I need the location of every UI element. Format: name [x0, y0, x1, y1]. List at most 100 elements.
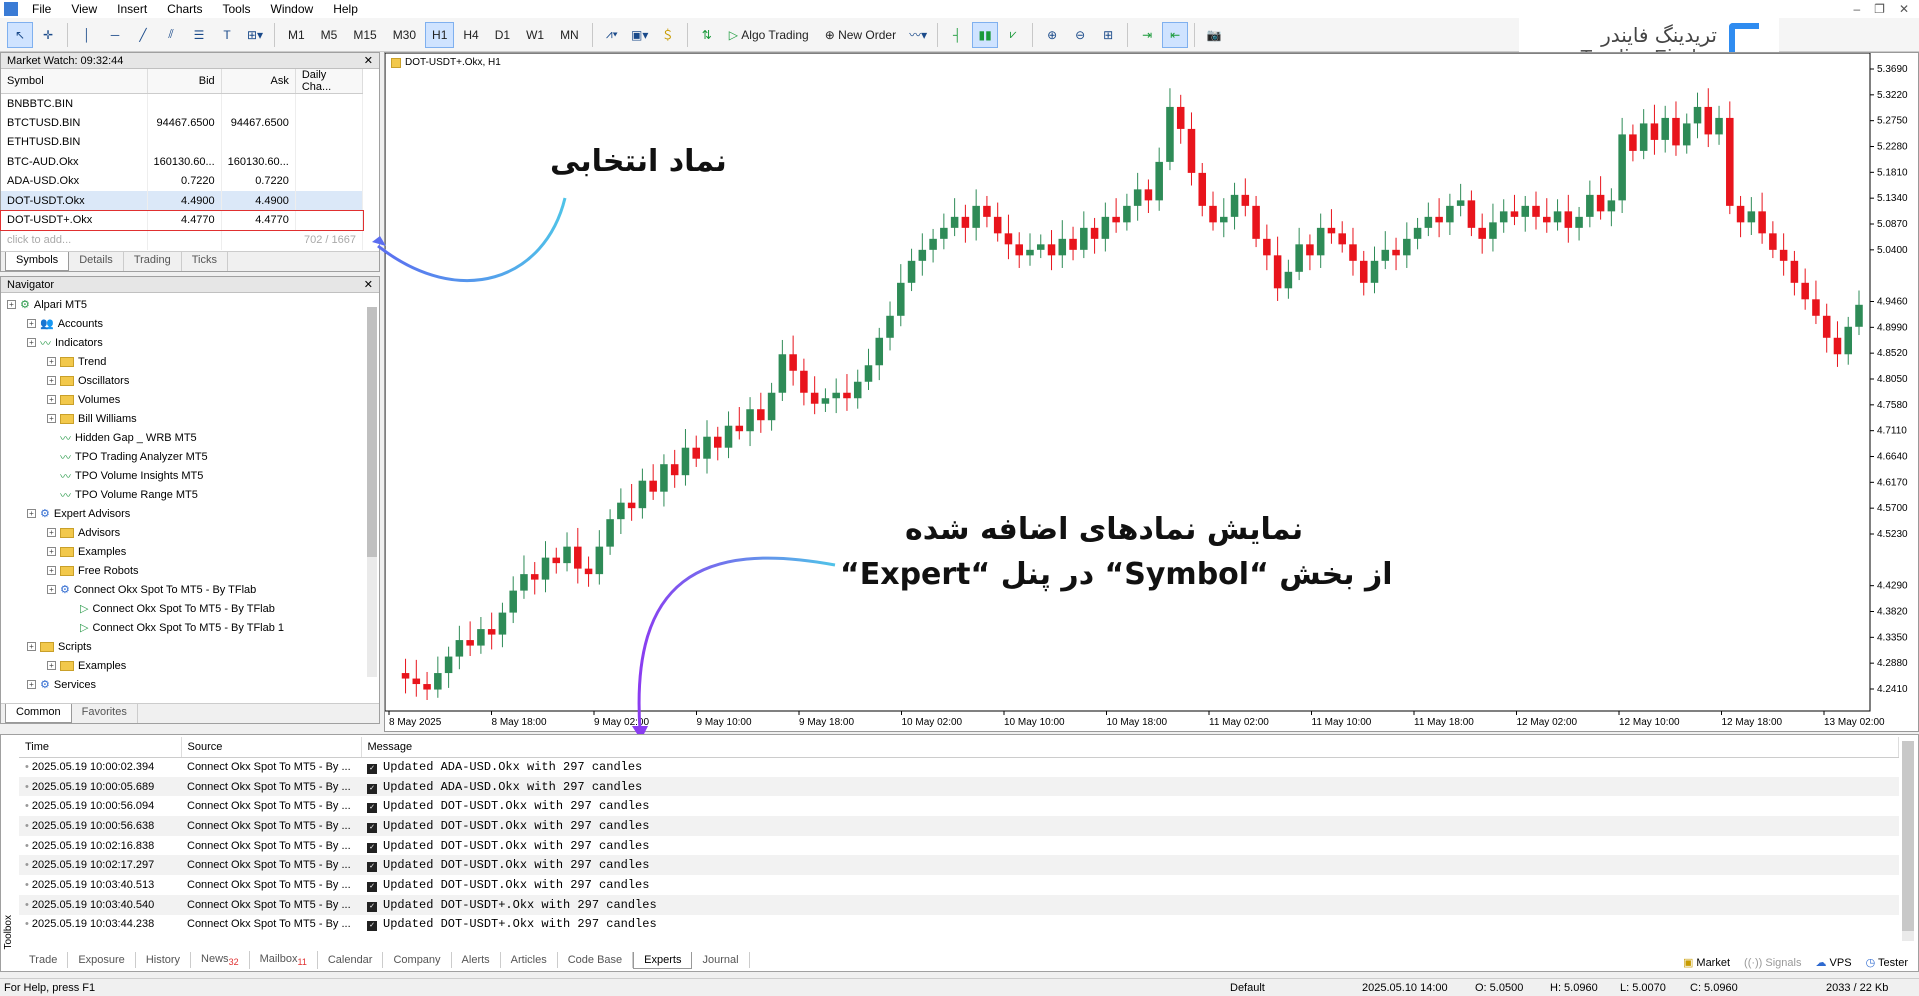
menu-tools[interactable]: Tools: [213, 2, 261, 16]
dollar-icon[interactable]: ＄: [655, 22, 681, 48]
add-symbol-row[interactable]: click to add... 702 / 1667: [1, 230, 364, 250]
tile-icon[interactable]: ⊞: [1095, 22, 1121, 48]
signals-button[interactable]: ((·)) Signals: [1744, 957, 1801, 969]
screenshot-icon[interactable]: 📷: [1201, 22, 1227, 48]
fibo-icon[interactable]: ☰: [186, 22, 212, 48]
expand-icon[interactable]: [67, 623, 76, 632]
text-icon[interactable]: T: [214, 22, 240, 48]
expand-icon[interactable]: +: [47, 528, 56, 537]
col-ask[interactable]: Ask: [221, 69, 296, 94]
table-row[interactable]: • 2025.05.19 10:03:40.513 Connect Okx Spo…: [19, 875, 1899, 895]
channel-icon[interactable]: ⫽: [158, 22, 184, 48]
bar-chart-icon[interactable]: ┤: [944, 22, 970, 48]
nav-item[interactable]: + 〰 Indicators: [7, 333, 379, 352]
tf-m30[interactable]: M30: [386, 22, 423, 48]
table-row[interactable]: • 2025.05.19 10:00:05.689 Connect Okx Spo…: [19, 776, 1899, 797]
crosshair-icon[interactable]: ✛: [35, 22, 61, 48]
table-row[interactable]: • 2025.05.19 10:00:56.094 Connect Okx Spo…: [19, 796, 1899, 816]
vps-button[interactable]: ☁ VPS: [1815, 956, 1851, 969]
navigator-scrollbar[interactable]: [367, 307, 377, 677]
table-row[interactable]: • 2025.05.19 10:03:40.540 Connect Okx Spo…: [19, 894, 1899, 915]
expand-icon[interactable]: +: [27, 680, 36, 689]
table-row[interactable]: • 2025.05.19 10:00:02.394 Connect Okx Spo…: [19, 757, 1899, 777]
menu-insert[interactable]: Insert: [107, 2, 157, 16]
tab-favorites[interactable]: Favorites: [72, 704, 138, 723]
trendline-icon[interactable]: ╱: [130, 22, 156, 48]
table-row[interactable]: ETHTUSD.BIN: [1, 132, 364, 152]
tf-d1[interactable]: D1: [488, 22, 517, 48]
nav-item[interactable]: + Oscillators: [7, 371, 379, 390]
tf-h4[interactable]: H4: [456, 22, 485, 48]
tab-exposure[interactable]: Exposure: [68, 952, 136, 968]
tab-trading[interactable]: Trading: [124, 252, 182, 271]
nav-item[interactable]: + ⚙ Connect Okx Spot To MT5 - By TFlab: [7, 580, 379, 599]
signal-icon[interactable]: 〰▾: [905, 22, 931, 48]
tf-m1[interactable]: M1: [281, 22, 312, 48]
nav-item[interactable]: + ⚙ Expert Advisors: [7, 504, 379, 523]
tab-alerts[interactable]: Alerts: [452, 952, 501, 968]
table-row[interactable]: • 2025.05.19 10:02:17.297 Connect Okx Spo…: [19, 855, 1899, 876]
expand-icon[interactable]: +: [47, 585, 56, 594]
expand-icon[interactable]: +: [47, 566, 56, 575]
table-row[interactable]: • 2025.05.19 10:02:16.838 Connect Okx Spo…: [19, 836, 1899, 856]
tab-history[interactable]: History: [136, 952, 192, 968]
nav-item[interactable]: + ⚙ Services: [7, 675, 379, 694]
shapes-icon[interactable]: ⊞▾: [242, 22, 268, 48]
tab-details[interactable]: Details: [69, 252, 124, 271]
tab-common[interactable]: Common: [5, 704, 72, 723]
expand-icon[interactable]: +: [47, 395, 56, 404]
tf-m15[interactable]: M15: [346, 22, 383, 48]
nav-item[interactable]: + Free Robots: [7, 561, 379, 580]
expand-icon[interactable]: [47, 452, 56, 461]
tab-ticks[interactable]: Ticks: [182, 252, 228, 271]
expand-icon[interactable]: +: [27, 338, 36, 347]
tf-mn[interactable]: MN: [553, 22, 586, 48]
col-message[interactable]: Message: [361, 737, 1899, 758]
tab-news[interactable]: News32: [191, 950, 250, 970]
minimize-icon[interactable]: –: [1853, 2, 1860, 16]
menu-charts[interactable]: Charts: [157, 2, 212, 16]
cursor-icon[interactable]: ↖: [7, 21, 33, 48]
expand-icon[interactable]: [67, 604, 76, 613]
expand-icon[interactable]: [47, 433, 56, 442]
nav-item[interactable]: + Volumes: [7, 390, 379, 409]
expand-icon[interactable]: +: [7, 300, 16, 309]
tab-trade[interactable]: Trade: [19, 952, 69, 968]
market-watch-close-icon[interactable]: ✕: [364, 54, 373, 67]
zoom-out-icon[interactable]: ⊖: [1067, 22, 1093, 48]
tab-calendar[interactable]: Calendar: [318, 952, 384, 968]
table-row[interactable]: • 2025.05.19 10:03:44.238 Connect Okx Spo…: [19, 915, 1899, 935]
nav-item[interactable]: 〰 TPO Volume Range MT5: [7, 485, 379, 504]
nav-item[interactable]: 〰 Hidden Gap _ WRB MT5: [7, 428, 379, 447]
nav-item[interactable]: + Scripts: [7, 637, 379, 656]
tf-h1[interactable]: H1: [425, 21, 455, 48]
expand-icon[interactable]: +: [47, 547, 56, 556]
nav-item[interactable]: + ⚙ Alpari MT5: [7, 295, 379, 314]
menu-view[interactable]: View: [61, 2, 107, 16]
table-row[interactable]: BTCTUSD.BIN 94467.6500 94467.6500: [1, 113, 364, 133]
templates-icon[interactable]: ▣▾: [627, 22, 653, 48]
restore-icon[interactable]: ❐: [1874, 2, 1885, 16]
expand-icon[interactable]: +: [47, 357, 56, 366]
nav-item[interactable]: ▷ Connect Okx Spot To MT5 - By TFlab: [7, 599, 379, 618]
log-scrollbar[interactable]: [1902, 741, 1914, 941]
line-chart-icon[interactable]: ⩗: [1000, 22, 1026, 48]
nav-item[interactable]: + 👥 Accounts: [7, 314, 379, 333]
expand-icon[interactable]: [47, 490, 56, 499]
nav-item[interactable]: + Advisors: [7, 523, 379, 542]
market-button[interactable]: ▣ Market: [1683, 956, 1730, 969]
algo-trading-button[interactable]: ▷ Algo Trading: [722, 22, 816, 48]
tester-button[interactable]: ◷ Tester: [1866, 956, 1908, 969]
col-symbol[interactable]: Symbol: [1, 69, 148, 94]
expand-icon[interactable]: +: [47, 376, 56, 385]
nav-item[interactable]: 〰 TPO Volume Insights MT5: [7, 466, 379, 485]
nav-item[interactable]: + Examples: [7, 656, 379, 675]
tf-m5[interactable]: M5: [314, 22, 345, 48]
menu-window[interactable]: Window: [261, 2, 324, 16]
close-icon[interactable]: ✕: [1899, 2, 1909, 16]
tab-articles[interactable]: Articles: [501, 952, 558, 968]
expand-icon[interactable]: +: [47, 414, 56, 423]
menu-help[interactable]: Help: [323, 2, 368, 16]
nav-item[interactable]: +Market: [7, 694, 379, 697]
navigator-close-icon[interactable]: ✕: [364, 278, 373, 291]
